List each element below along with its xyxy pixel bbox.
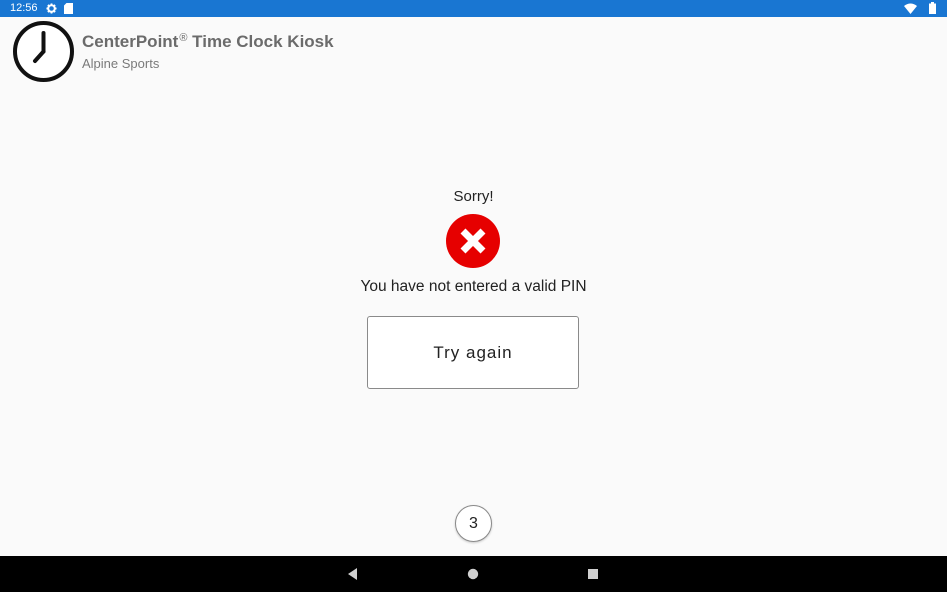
home-icon[interactable] xyxy=(464,565,482,583)
try-again-button[interactable]: Try again xyxy=(367,316,579,389)
result-heading: Sorry! xyxy=(453,188,494,205)
status-bar: 12:56 xyxy=(0,0,947,17)
navigation-bar xyxy=(0,556,947,592)
sd-card-icon xyxy=(64,3,73,14)
error-x-icon xyxy=(446,214,500,268)
app-title-suffix: Time Clock Kiosk xyxy=(187,32,334,51)
countdown-value: 3 xyxy=(469,514,478,532)
app-title-text: CenterPoint xyxy=(82,32,179,51)
clock-icon xyxy=(13,21,74,82)
back-icon[interactable] xyxy=(344,565,362,583)
company-name: Alpine Sports xyxy=(82,56,160,71)
gear-icon xyxy=(46,3,57,14)
wifi-icon xyxy=(904,3,917,14)
status-time: 12:56 xyxy=(10,2,38,14)
try-again-label: Try again xyxy=(433,342,513,362)
countdown-badge: 3 xyxy=(455,505,492,542)
battery-icon xyxy=(929,2,936,14)
app-title: CenterPoint® Time Clock Kiosk xyxy=(82,32,334,52)
recents-icon[interactable] xyxy=(584,565,602,583)
error-message: You have not entered a valid PIN xyxy=(360,278,587,295)
